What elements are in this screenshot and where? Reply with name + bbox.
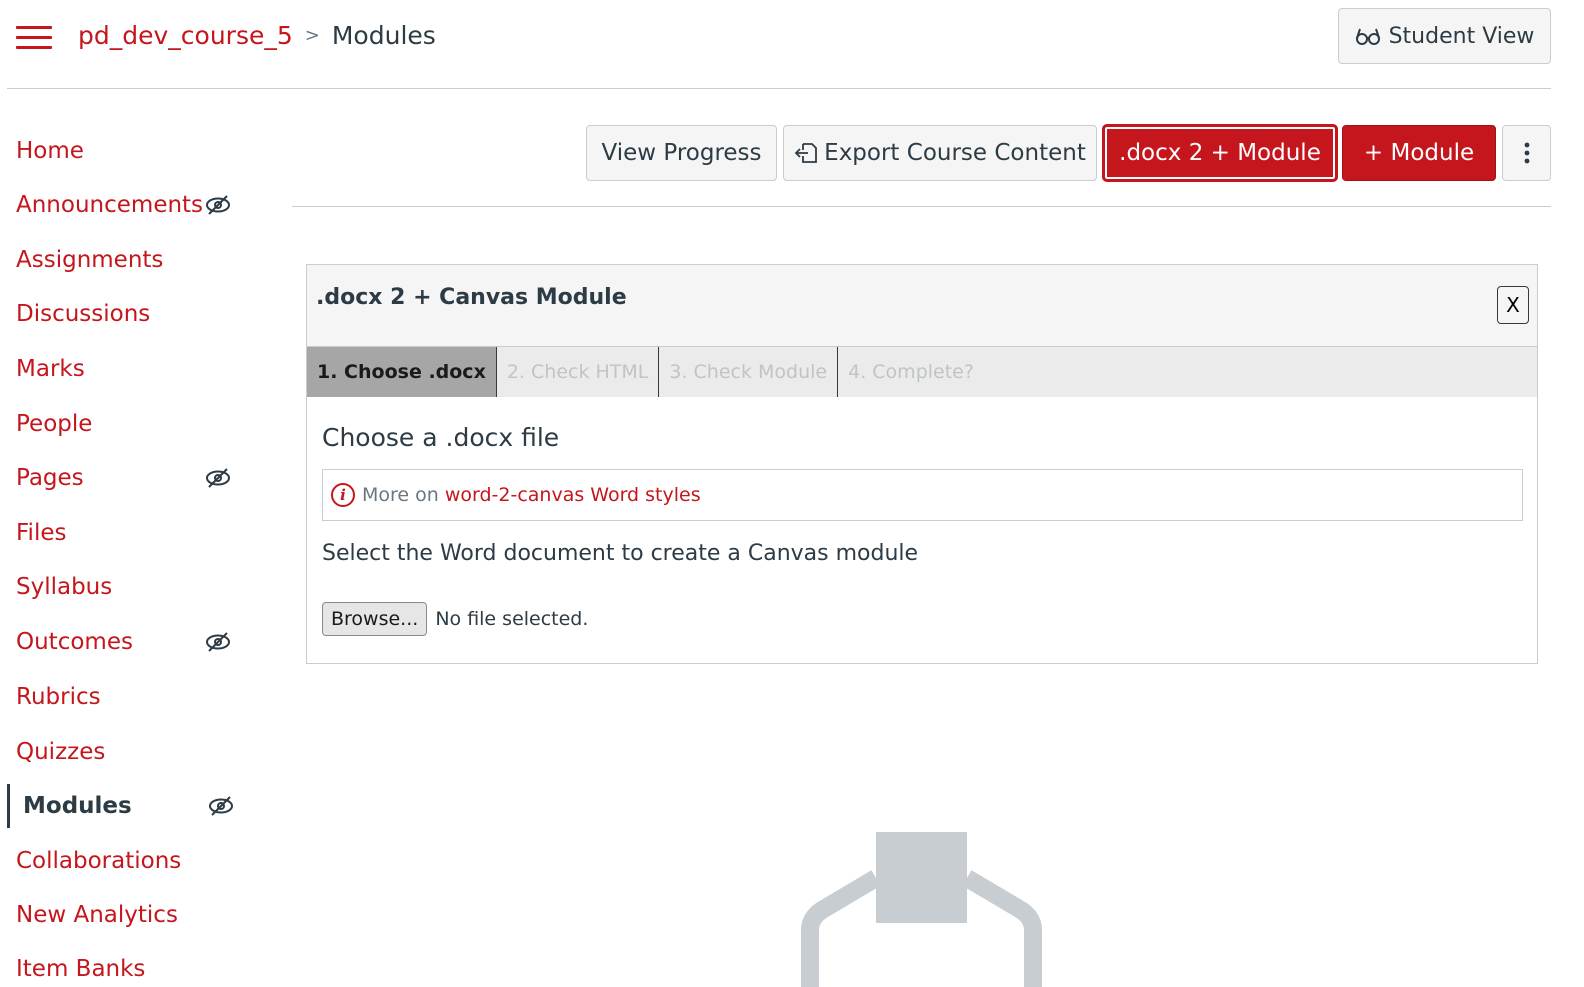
sidebar-item-label: New Analytics (16, 902, 178, 928)
sidebar-item-label: Outcomes (16, 629, 133, 655)
word-styles-link[interactable]: word-2-canvas Word styles (445, 484, 701, 506)
more-options-button[interactable] (1502, 125, 1551, 181)
student-view-button[interactable]: Student View (1338, 8, 1551, 64)
sidebar-item-home[interactable]: Home (0, 129, 250, 173)
sidebar-item-new-analytics[interactable]: New Analytics (0, 893, 250, 937)
file-status: No file selected. (435, 608, 589, 630)
empty-modules-illustration (801, 832, 1042, 987)
hidden-eye-icon (206, 195, 230, 215)
sidebar-item-discussions[interactable]: Discussions (0, 292, 250, 336)
export-label: Export Course Content (824, 140, 1086, 166)
sidebar-item-label: Syllabus (16, 574, 113, 600)
view-progress-button[interactable]: View Progress (586, 125, 777, 181)
tab-choose-docx[interactable]: 1. Choose .docx (307, 347, 497, 397)
info-icon: i (331, 483, 355, 507)
tab-check-module[interactable]: 3. Check Module (659, 347, 839, 397)
toolbar-divider (292, 206, 1551, 207)
breadcrumb-current-page: Modules (331, 20, 436, 50)
sidebar-item-label: Modules (23, 793, 132, 819)
sidebar-item-rubrics[interactable]: Rubrics (0, 675, 250, 719)
sidebar-item-collaborations[interactable]: Collaborations (0, 839, 250, 883)
kebab-menu-icon (1524, 142, 1529, 164)
choose-file-heading: Choose a .docx file (322, 423, 560, 452)
export-course-content-button[interactable]: Export Course Content (783, 125, 1097, 181)
panel-header: .docx 2 + Canvas Module X (307, 265, 1537, 347)
panel-title: .docx 2 + Canvas Module (316, 285, 627, 310)
sidebar-item-files[interactable]: Files (0, 511, 250, 555)
docx-module-label: .docx 2 + Module (1119, 140, 1321, 166)
sidebar-item-label: Item Banks (16, 956, 146, 982)
docx-module-panel: .docx 2 + Canvas Module X 1. Choose .doc… (306, 264, 1538, 664)
sidebar-item-label: Announcements (16, 192, 204, 218)
sidebar-item-quizzes[interactable]: Quizzes (0, 730, 250, 774)
sidebar-item-pages[interactable]: Pages (0, 456, 250, 500)
view-progress-label: View Progress (601, 140, 762, 166)
sidebar-item-label: Quizzes (16, 739, 106, 765)
sidebar-item-outcomes[interactable]: Outcomes (0, 620, 250, 664)
breadcrumb: pd_dev_course_5 > Modules (78, 18, 436, 52)
sidebar-item-label: Rubrics (16, 684, 101, 710)
sidebar-item-item-banks[interactable]: Item Banks (0, 947, 250, 987)
info-box: i More on word-2-canvas Word styles (322, 469, 1523, 521)
sidebar-item-label: Files (16, 520, 67, 546)
breadcrumb-course-link[interactable]: pd_dev_course_5 (78, 21, 293, 50)
student-view-label: Student View (1388, 23, 1535, 49)
sidebar-item-label: Pages (16, 465, 84, 491)
breadcrumb-separator: > (304, 24, 320, 46)
tab-check-html[interactable]: 2. Check HTML (497, 347, 660, 397)
top-header: pd_dev_course_5 > Modules Student View (0, 0, 1584, 90)
file-input: Browse... No file selected. (322, 602, 588, 636)
sidebar-item-assignments[interactable]: Assignments (0, 238, 250, 282)
export-icon (794, 143, 818, 163)
info-prefix: More on (362, 484, 439, 506)
sidebar-item-label: Collaborations (16, 848, 182, 874)
hamburger-icon[interactable] (14, 22, 54, 52)
step-tabs: 1. Choose .docx 2. Check HTML 3. Check M… (307, 347, 1537, 397)
sidebar-item-label: People (16, 411, 93, 437)
glasses-icon (1355, 28, 1380, 45)
sidebar-item-syllabus[interactable]: Syllabus (0, 565, 250, 609)
hidden-eye-icon (206, 632, 230, 652)
hidden-eye-icon (206, 468, 230, 488)
sidebar-item-announcements[interactable]: Announcements (0, 183, 250, 227)
sidebar-item-label: Home (16, 138, 84, 164)
add-module-label: + Module (1363, 140, 1475, 166)
sidebar-item-marks[interactable]: Marks (0, 347, 250, 391)
sidebar-item-label: Discussions (16, 301, 151, 327)
add-module-button[interactable]: + Module (1342, 125, 1496, 181)
close-panel-button[interactable]: X (1497, 286, 1529, 324)
instruction-text: Select the Word document to create a Can… (322, 541, 919, 566)
browse-button[interactable]: Browse... (322, 602, 428, 636)
sidebar-item-people[interactable]: People (0, 402, 250, 446)
docx-module-button[interactable]: .docx 2 + Module (1103, 125, 1337, 181)
hidden-eye-icon (209, 796, 233, 816)
sidebar-item-modules[interactable]: Modules (7, 784, 250, 828)
sidebar-item-label: Assignments (16, 247, 164, 273)
sidebar-item-label: Marks (16, 356, 85, 382)
header-divider (7, 88, 1551, 89)
tab-complete[interactable]: 4. Complete? (838, 347, 984, 397)
